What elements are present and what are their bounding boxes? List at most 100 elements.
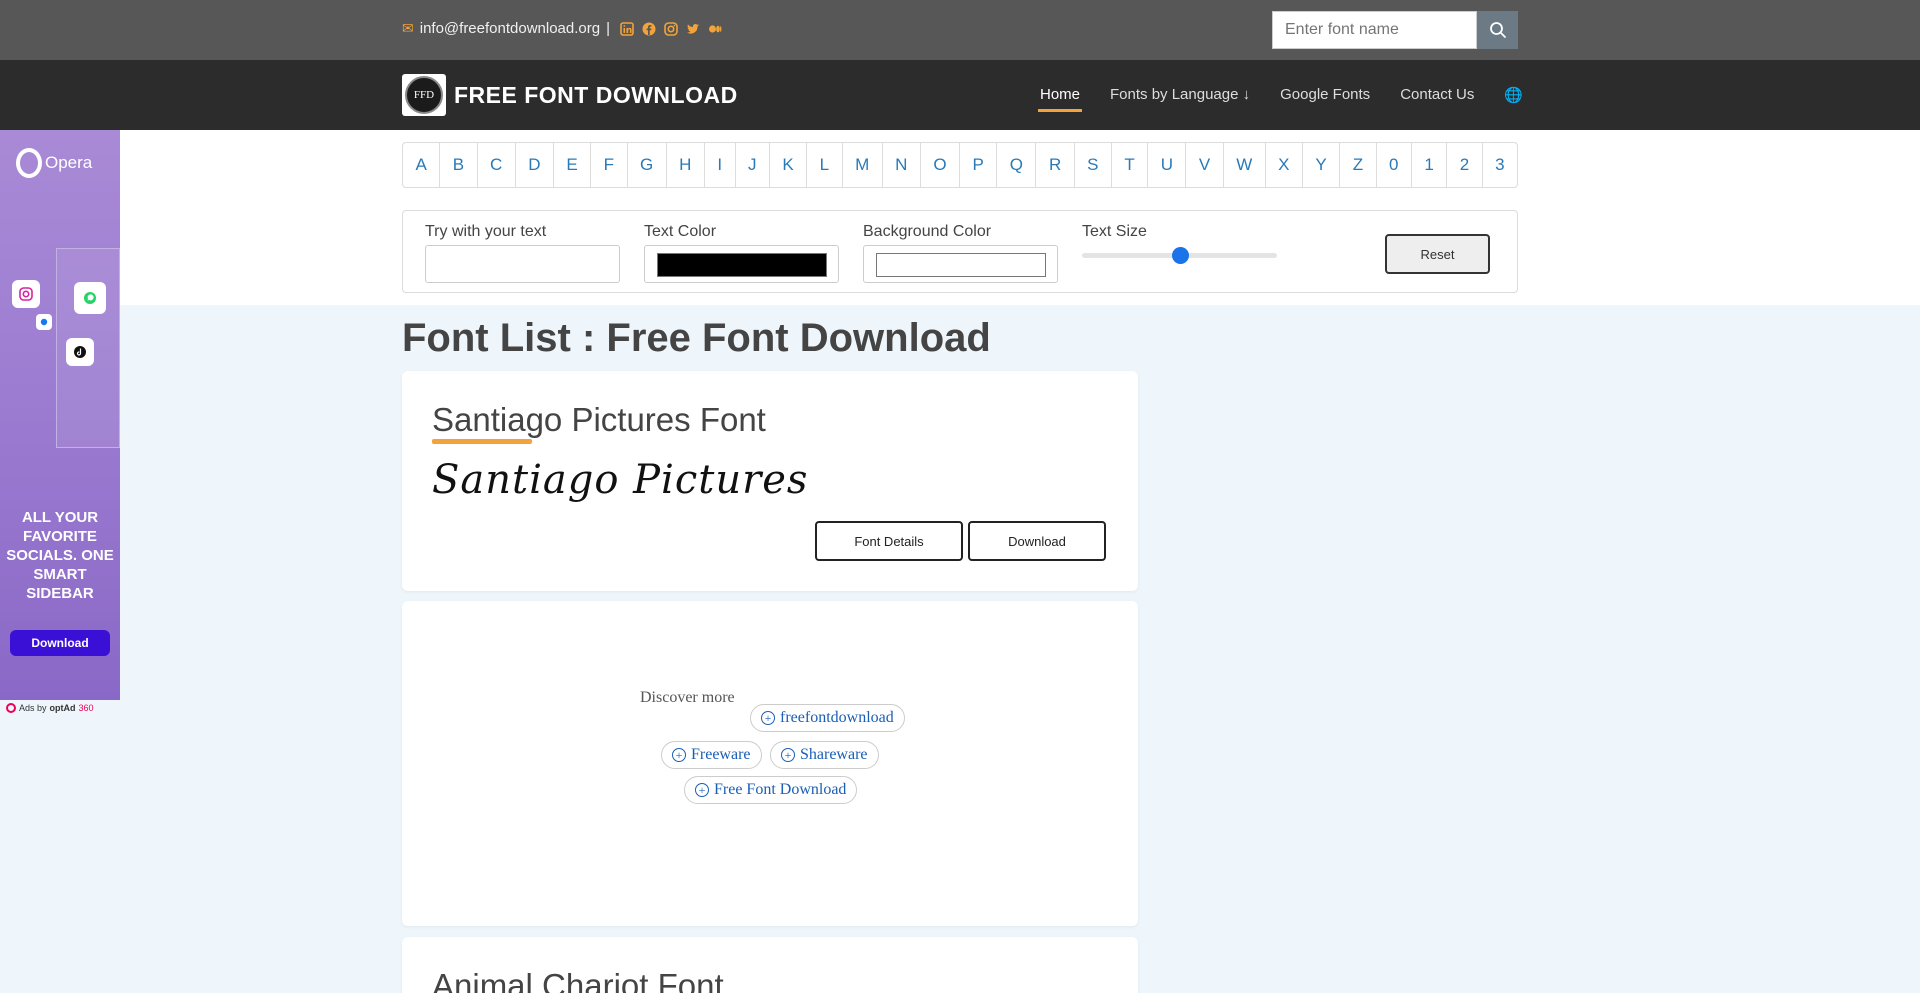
optad-icon (6, 703, 16, 713)
contact-separator: | (606, 20, 610, 37)
whatsapp-icon (74, 282, 106, 314)
text-size-label: Text Size (1082, 223, 1147, 240)
search-icon (1489, 22, 1506, 38)
search-button[interactable] (1477, 11, 1518, 49)
alphabet-link[interactable]: R (1036, 143, 1075, 187)
site-logo[interactable]: FFD FREE FONT DOWNLOAD (402, 74, 738, 116)
sidebar-ad[interactable]: Opera ALL YOUR FAVORITE SOCIALS. ONE SMA… (0, 130, 120, 700)
opera-name: Opera (45, 153, 93, 172)
medium-icon[interactable] (708, 22, 722, 36)
plus-circle-icon: + (672, 748, 686, 762)
opera-icon (16, 148, 42, 178)
reset-button[interactable]: Reset (1385, 234, 1490, 274)
alphabet-link[interactable]: G (628, 143, 667, 187)
alphabet-link[interactable]: M (843, 143, 883, 187)
main-navbar: FFD FREE FONT DOWNLOAD Home Fonts by Lan… (0, 60, 1920, 130)
alphabet-link[interactable]: V (1186, 143, 1224, 187)
text-color-swatch (657, 253, 827, 277)
logo-badge: FFD (402, 74, 446, 116)
search-input[interactable] (1272, 11, 1477, 49)
alphabet-link[interactable]: P (960, 143, 998, 187)
try-text-label: Try with your text (425, 223, 547, 240)
alphabet-link[interactable]: O (921, 143, 961, 187)
plus-circle-icon: + (695, 783, 709, 797)
discover-chip[interactable]: + freefontdownload (750, 704, 905, 732)
alphabet-link[interactable]: J (736, 143, 770, 187)
alphabet-filter: ABCDEFGHIJKLMNOPQRSTUVWXYZ0123 (402, 142, 1518, 188)
linkedin-icon[interactable] (620, 21, 634, 36)
nav-contact-us[interactable]: Contact Us (1400, 86, 1474, 104)
alphabet-link[interactable]: 0 (1377, 143, 1412, 187)
globe-icon[interactable]: 🌐 (1504, 86, 1523, 104)
alphabet-link[interactable]: S (1075, 143, 1112, 187)
contact-email[interactable]: info@freefontdownload.org (420, 20, 600, 37)
twitter-icon[interactable] (686, 22, 700, 36)
arrow-down-icon: ↓ (1242, 86, 1251, 103)
alphabet-link[interactable]: U (1148, 143, 1187, 187)
alphabet-link[interactable]: A (403, 143, 441, 187)
text-color-picker[interactable] (644, 245, 839, 283)
alphabet-link[interactable]: Z (1340, 143, 1377, 187)
ads-by-brand: optAd (49, 703, 76, 713)
alphabet-link[interactable]: B (440, 143, 478, 187)
discover-chip[interactable]: + Free Font Download (684, 776, 858, 804)
discover-chip[interactable]: + Freeware (661, 741, 762, 769)
slider-thumb[interactable] (1171, 247, 1189, 264)
alphabet-link[interactable]: N (883, 143, 921, 187)
chip-label: Shareware (800, 746, 868, 763)
ad-tagline: ALL YOUR FAVORITE SOCIALS. ONE SMART SID… (6, 509, 114, 602)
bg-color-picker[interactable] (863, 245, 1058, 283)
discover-chip[interactable]: + Shareware (770, 741, 879, 769)
alphabet-link[interactable]: 2 (1447, 143, 1483, 187)
alphabet-link[interactable]: L (807, 143, 843, 187)
alphabet-link[interactable]: K (770, 143, 808, 187)
bg-color-swatch (876, 253, 1046, 277)
nav-google-fonts[interactable]: Google Fonts (1280, 86, 1370, 104)
font-preview: Santiago Pictures (432, 457, 809, 503)
ad-download-button[interactable]: Download (10, 630, 110, 656)
font-details-button[interactable]: Font Details (815, 521, 963, 561)
ads-by-prefix: Ads by (19, 703, 47, 713)
alphabet-link[interactable]: I (705, 143, 736, 187)
instagram-icon[interactable] (664, 21, 678, 36)
plus-circle-icon: + (761, 711, 775, 725)
text-size-field: Text Size (1082, 223, 1277, 264)
mail-icon: ✉ (402, 20, 414, 36)
nav-home[interactable]: Home (1037, 86, 1083, 112)
alphabet-link[interactable]: F (591, 143, 628, 187)
bg-color-field: Background Color (863, 223, 1058, 283)
ads-by-label[interactable]: Ads by optAd 360 (6, 703, 94, 713)
nav-fonts-by-language-label: Fonts by Language (1110, 86, 1239, 103)
alphabet-link[interactable]: H (667, 143, 705, 187)
social-links (620, 21, 722, 36)
alphabet-link[interactable]: T (1112, 143, 1149, 187)
opera-logo: Opera (16, 148, 92, 178)
nav-fonts-by-language[interactable]: Fonts by Language ↓ (1110, 86, 1250, 104)
logo-mark: FFD (405, 76, 443, 114)
alphabet-link[interactable]: Y (1303, 143, 1341, 187)
alphabet-link[interactable]: W (1224, 143, 1266, 187)
text-size-slider[interactable] (1082, 247, 1277, 264)
try-text-input[interactable] (425, 245, 620, 283)
alphabet-link[interactable]: D (516, 143, 554, 187)
font-title[interactable]: Santiago Pictures Font (432, 401, 766, 439)
facebook-icon[interactable] (642, 22, 656, 36)
font-tester-panel: Try with your text Text Color Background… (402, 210, 1518, 293)
text-color-label: Text Color (644, 223, 717, 240)
font-title[interactable]: Animal Chariot Font (432, 967, 724, 993)
alphabet-link[interactable]: X (1266, 143, 1303, 187)
chip-label: freefontdownload (780, 709, 894, 726)
title-underline (432, 439, 532, 444)
contact-info: ✉ info@freefontdownload.org | (402, 20, 722, 37)
plus-circle-icon: + (781, 748, 795, 762)
alphabet-link[interactable]: 3 (1483, 143, 1517, 187)
tiktok-icon (66, 338, 94, 366)
alphabet-link[interactable]: C (478, 143, 516, 187)
chip-label: Freeware (691, 746, 751, 763)
alphabet-link[interactable]: Q (997, 143, 1037, 187)
discover-label: Discover more (640, 689, 735, 707)
download-button[interactable]: Download (968, 521, 1106, 561)
ads-by-suffix: 360 (78, 703, 94, 713)
alphabet-link[interactable]: E (554, 143, 592, 187)
alphabet-link[interactable]: 1 (1412, 143, 1448, 187)
